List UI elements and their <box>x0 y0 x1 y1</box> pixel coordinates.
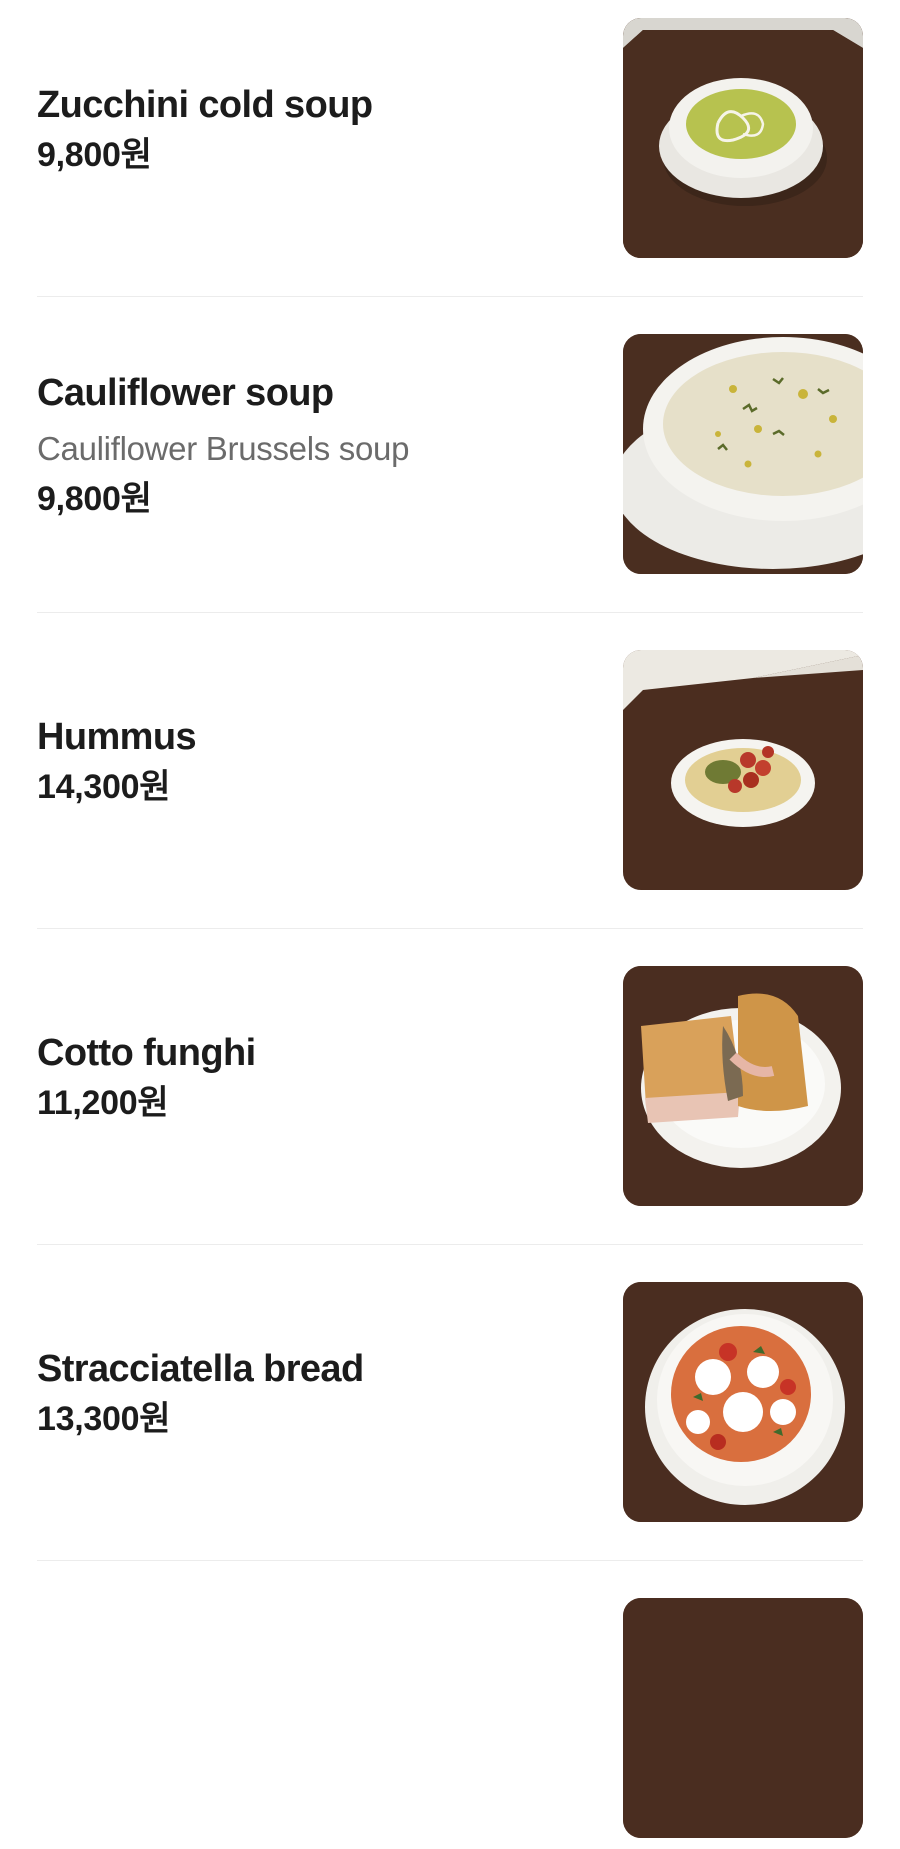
divider <box>37 928 863 929</box>
divider <box>37 1244 863 1245</box>
menu-item-partial[interactable] <box>37 1569 863 1849</box>
zucchini-soup-image <box>623 18 863 258</box>
cauliflower-soup-photo[interactable] <box>623 334 863 574</box>
partial-dish-photo[interactable] <box>623 1598 863 1838</box>
menu-item-name: Cauliflower soup <box>37 372 334 414</box>
cauliflower-soup-image <box>623 334 863 574</box>
hummus-image <box>623 650 863 890</box>
menu-item-hummus[interactable]: Hummus 14,300원 <box>37 621 863 901</box>
menu-item-zucchini-cold-soup[interactable]: Zucchini cold soup 9,800원 <box>37 0 863 269</box>
stracciatella-photo[interactable] <box>623 1282 863 1522</box>
menu-item-text: Zucchini cold soup 9,800원 <box>37 0 597 269</box>
menu-item-text: Cotto funghi 11,200원 <box>37 937 597 1217</box>
sandwich-photo[interactable] <box>623 966 863 1206</box>
menu-item-text: Stracciatella bread 13,300원 <box>37 1253 597 1533</box>
menu-item-price: 9,800원 <box>37 136 152 174</box>
menu-item-name: Hummus <box>37 716 197 758</box>
menu-item-text: Cauliflower soup Cauliflower Brussels so… <box>37 305 597 585</box>
divider <box>37 296 863 297</box>
menu-item-description: Cauliflower Brussels soup <box>37 430 410 467</box>
menu-item-price: 9,800원 <box>37 480 152 518</box>
menu-item-stracciatella-bread[interactable]: Stracciatella bread 13,300원 <box>37 1253 863 1533</box>
menu-item-price: 13,300원 <box>37 1400 171 1438</box>
menu-item-name: Stracciatella bread <box>37 1348 364 1390</box>
stracciatella-image <box>623 1282 863 1522</box>
menu-item-price: 11,200원 <box>37 1084 169 1122</box>
menu-item-name: Zucchini cold soup <box>37 84 373 126</box>
divider <box>37 1560 863 1561</box>
menu-item-text: Hummus 14,300원 <box>37 621 597 901</box>
sandwich-image <box>623 966 863 1206</box>
menu-item-price: 14,300원 <box>37 768 171 806</box>
menu-item-name: Cotto funghi <box>37 1032 256 1074</box>
menu-item-cotto-funghi[interactable]: Cotto funghi 11,200원 <box>37 937 863 1217</box>
menu-item-cauliflower-soup[interactable]: Cauliflower soup Cauliflower Brussels so… <box>37 305 863 585</box>
divider <box>37 612 863 613</box>
partial-dish-image <box>623 1598 863 1838</box>
menu-list: Zucchini cold soup 9,800원 Cauliflower so… <box>0 0 900 1838</box>
hummus-photo[interactable] <box>623 650 863 890</box>
zucchini-soup-photo[interactable] <box>623 18 863 258</box>
